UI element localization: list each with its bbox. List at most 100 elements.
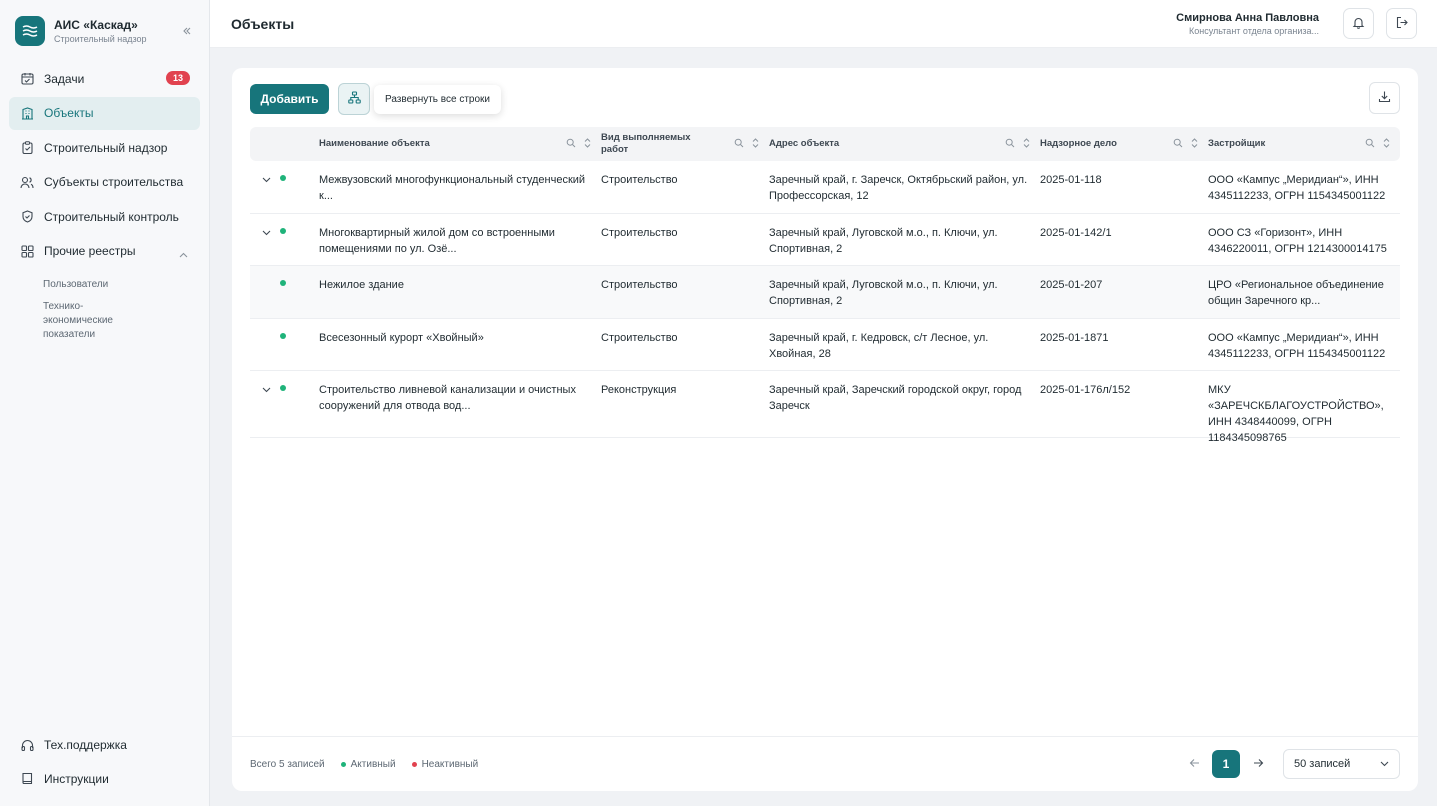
- sidebar-subitem-users[interactable]: Пользователи: [0, 278, 209, 292]
- search-icon[interactable]: [566, 138, 576, 152]
- book-icon: [20, 772, 34, 786]
- search-icon[interactable]: [1005, 138, 1015, 152]
- user-info[interactable]: Смирнова Анна Павловна Консультант отдел…: [1176, 12, 1319, 36]
- per-page-select[interactable]: 50 записей: [1283, 749, 1400, 779]
- add-button[interactable]: Добавить: [250, 84, 329, 114]
- download-icon: [1378, 90, 1391, 106]
- chevron-down-icon[interactable]: [262, 172, 272, 183]
- sort-icon[interactable]: [1383, 138, 1390, 152]
- sidebar-item-label: Тех.поддержка: [44, 738, 127, 752]
- clipboard-icon: [20, 141, 34, 155]
- sidebar-item-label: Строительный контроль: [44, 209, 179, 224]
- sidebar-item-other-registries[interactable]: Прочие реестры: [9, 235, 200, 268]
- cell-work: Строительство: [601, 227, 678, 239]
- status-dot-active: [280, 385, 286, 391]
- search-icon[interactable]: [1365, 138, 1375, 152]
- status-dot-active: [280, 228, 286, 234]
- sort-icon[interactable]: [1191, 138, 1198, 152]
- user-name: Смирнова Анна Павловна: [1176, 11, 1319, 24]
- table-row[interactable]: Нежилое здание Строительство Заречный кр…: [250, 266, 1400, 319]
- logout-icon: [1395, 16, 1408, 32]
- expand-all-tooltip: Развернуть все строки: [374, 84, 501, 114]
- active-dot: [340, 761, 346, 767]
- column-header-label: Наименование объекта: [319, 138, 430, 149]
- column-expand: [250, 127, 319, 161]
- sort-icon[interactable]: [584, 138, 591, 152]
- cell-developer: ООО «Кампус „Меридиан“», ИНН 4345112233,…: [1208, 332, 1386, 360]
- arrow-left-icon: [1189, 757, 1200, 771]
- sidebar-item-construction-supervision[interactable]: Строительный надзор: [9, 131, 200, 164]
- legend-active-label: Активный: [350, 758, 396, 770]
- cell-work: Строительство: [601, 332, 678, 344]
- sidebar-item-construction-subjects[interactable]: Субъекты строительства: [9, 166, 200, 199]
- cell-developer: ЦРО «Региональное объединение общин Заре…: [1208, 279, 1384, 307]
- column-header-label: Вид выполняемых работ: [601, 132, 691, 155]
- cell-address: Заречный край, Луговской м.о., п. Ключи,…: [769, 227, 998, 255]
- download-button[interactable]: [1369, 82, 1400, 114]
- search-icon[interactable]: [1173, 138, 1183, 152]
- column-header-label: Надзорное дело: [1040, 138, 1117, 149]
- page-title: Объекты: [231, 15, 295, 32]
- sidebar: АИС «Каскад» Строительный надзор Задачи …: [0, 0, 210, 806]
- cell-work: Реконструкция: [601, 384, 677, 396]
- sidebar-bottom: Тех.поддержка Инструкции: [0, 729, 210, 806]
- cell-case: 2025-01-142/1: [1040, 227, 1112, 239]
- next-page-button[interactable]: [1244, 750, 1272, 778]
- expand-all-rows-button[interactable]: [338, 83, 370, 115]
- sidebar-item-label: Субъекты строительства: [44, 175, 184, 189]
- notifications-button[interactable]: [1343, 8, 1374, 39]
- headphones-icon: [20, 738, 34, 752]
- sidebar-item-label: Прочие реестры: [44, 244, 136, 258]
- sidebar-item-tasks[interactable]: Задачи 13: [9, 62, 200, 95]
- chevron-down-icon[interactable]: [262, 225, 272, 236]
- pagination: 1 50 записей: [1180, 749, 1400, 779]
- legend-active: Активный: [340, 758, 396, 770]
- cell-name: Межвузовский многофункциональный студенч…: [319, 174, 586, 202]
- page-number-button[interactable]: 1: [1212, 750, 1240, 778]
- objects-table: Наименование объекта Вид выполняемых раб…: [250, 127, 1400, 444]
- table-row[interactable]: Межвузовский многофункциональный студенч…: [250, 161, 1400, 214]
- table-row[interactable]: Многоквартирный жилой дом со встроенными…: [250, 214, 1400, 266]
- status-dot-active: [280, 333, 286, 339]
- table-row[interactable]: Всесезонный курорт «Хвойный» Строительст…: [250, 319, 1400, 371]
- sidebar-item-support[interactable]: Тех.поддержка: [9, 729, 201, 762]
- sort-icon[interactable]: [752, 138, 759, 152]
- column-header-label: Застройщик: [1208, 138, 1266, 149]
- shield-icon: [20, 210, 34, 224]
- table-header: Наименование объекта Вид выполняемых раб…: [250, 127, 1400, 161]
- brand-title: АИС «Каскад»: [54, 17, 138, 32]
- sidebar-item-label: Объекты: [44, 106, 94, 120]
- column-header-work-type: Вид выполняемых работ: [601, 127, 769, 161]
- cell-name: Многоквартирный жилой дом со встроенными…: [319, 227, 555, 255]
- cell-case: 2025-01-118: [1040, 174, 1102, 186]
- sidebar-item-label: Задачи: [44, 71, 85, 86]
- sidebar-item-instructions[interactable]: Инструкции: [9, 762, 201, 795]
- table-row[interactable]: Строительство ливневой канализации и очи…: [250, 371, 1400, 444]
- building-icon: [20, 106, 34, 120]
- calendar-check-icon: [20, 72, 34, 86]
- prev-page-button[interactable]: [1180, 750, 1208, 778]
- cell-address: Заречный край, г. Кедровск, с/т Лесное, …: [769, 332, 989, 360]
- status-dot-active: [280, 175, 286, 181]
- chevron-down-icon[interactable]: [262, 382, 272, 393]
- column-header-address: Адрес объекта: [769, 127, 1040, 161]
- logout-button[interactable]: [1386, 8, 1417, 39]
- arrow-right-icon: [1253, 757, 1264, 771]
- sidebar-item-label: Строительный надзор: [44, 140, 168, 155]
- sidebar-nav: Задачи 13 Объекты Строительный надзор Су…: [0, 62, 209, 342]
- sidebar-item-label: Инструкции: [44, 771, 109, 786]
- brand: АИС «Каскад» Строительный надзор: [0, 0, 209, 47]
- cell-address: Заречный край, г. Заречск, Октябрьский р…: [769, 174, 1028, 202]
- cell-case: 2025-01-1871: [1040, 332, 1109, 344]
- sort-icon[interactable]: [1023, 138, 1030, 152]
- cell-case: 2025-01-176л/152: [1040, 384, 1131, 396]
- column-header-developer: Застройщик: [1208, 127, 1400, 161]
- sidebar-subitem-tech-economic[interactable]: Технико-экономические показатели: [0, 300, 150, 342]
- sidebar-item-objects[interactable]: Объекты: [9, 96, 200, 130]
- logo: [15, 15, 45, 46]
- sidebar-item-construction-control[interactable]: Строительный контроль: [9, 200, 200, 233]
- collapse-sidebar-icon[interactable]: [179, 23, 195, 39]
- search-icon[interactable]: [734, 138, 744, 152]
- cell-name: Строительство ливневой канализации и очи…: [319, 384, 576, 412]
- chevron-down-icon: [1380, 758, 1389, 770]
